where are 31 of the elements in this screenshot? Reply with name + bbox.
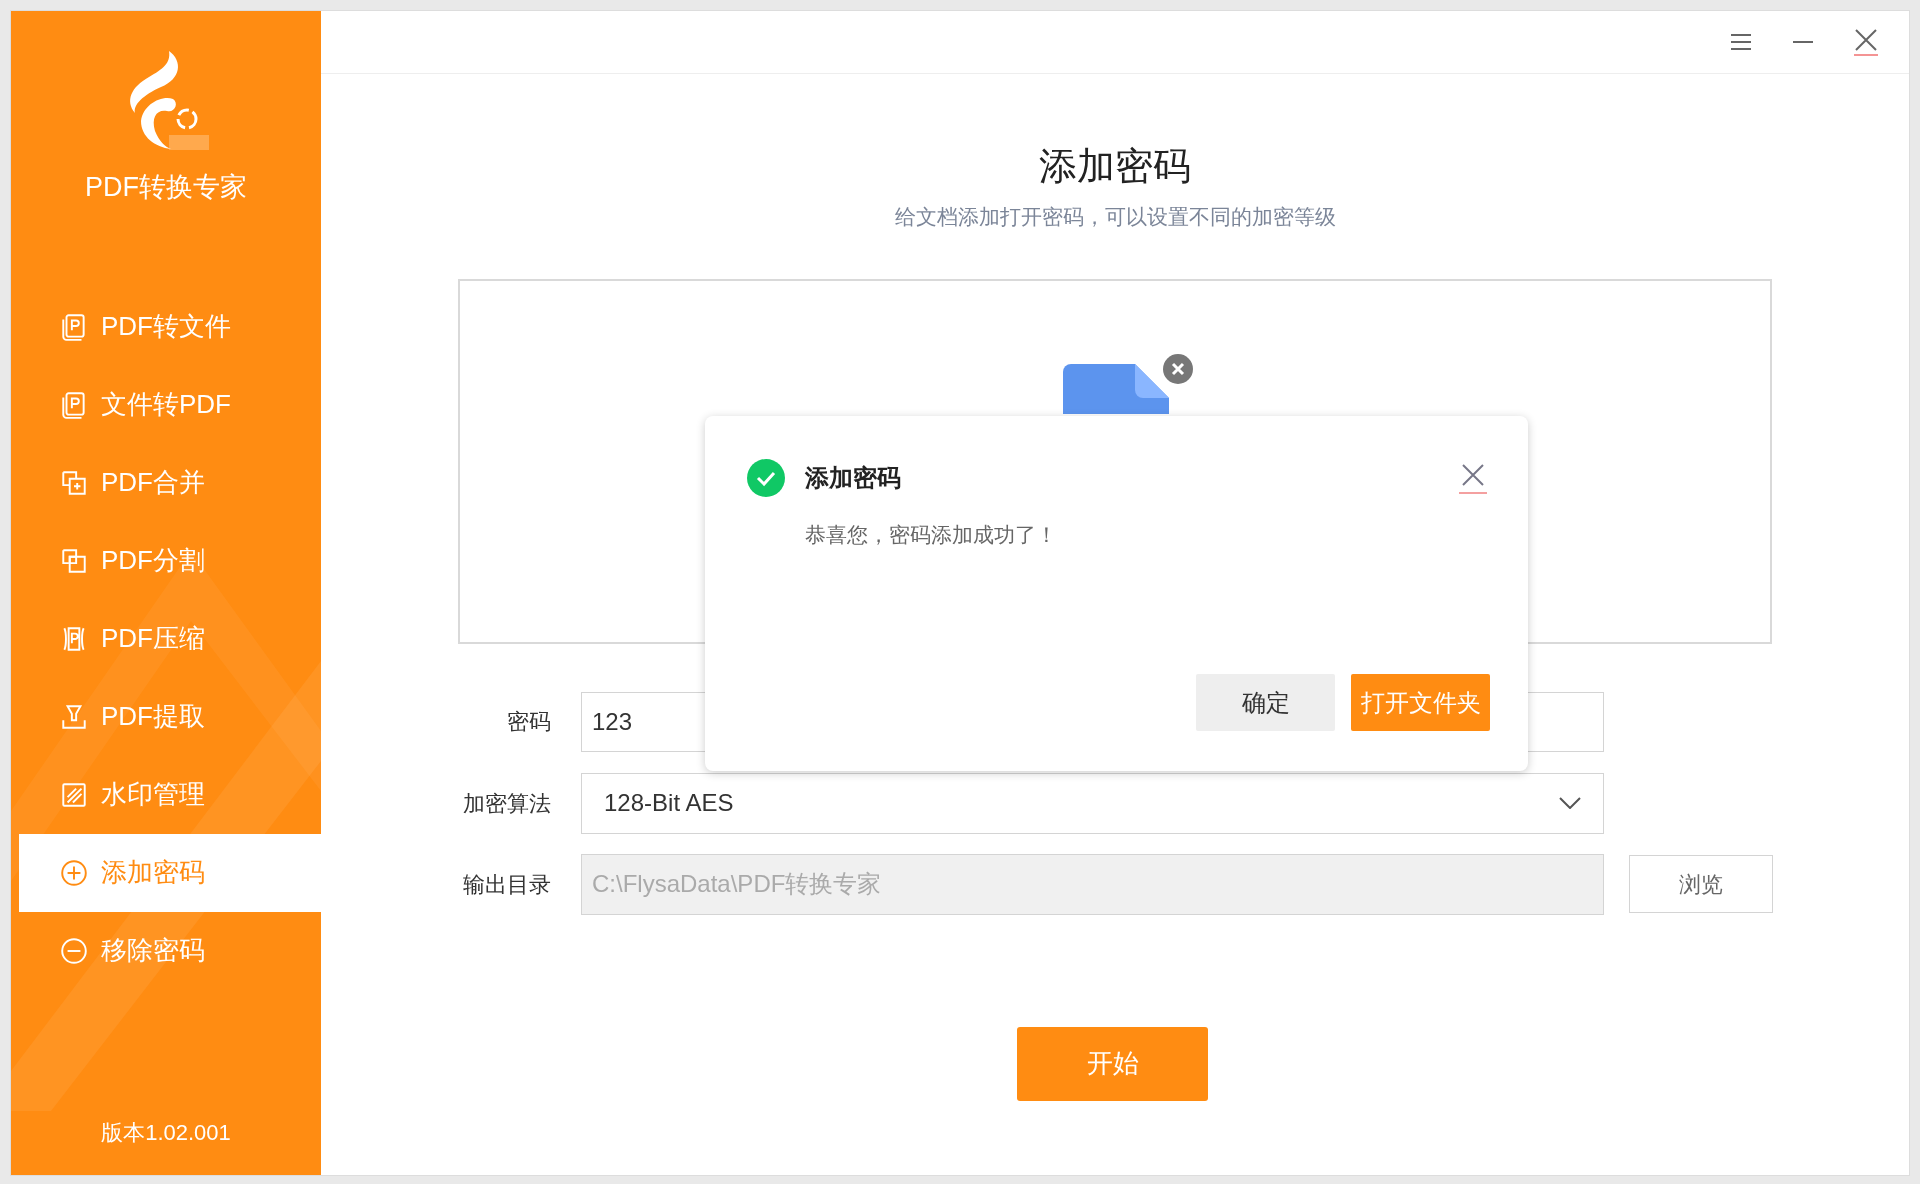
sidebar-item[interactable]: PDF转文件 (19, 287, 321, 366)
open-folder-button[interactable]: 打开文件夹 (1351, 674, 1490, 731)
chevron-down-icon (1559, 797, 1581, 809)
sidebar-item[interactable]: 文件转PDF (19, 365, 321, 444)
algorithm-dropdown[interactable]: 128-Bit AES (581, 772, 1604, 834)
sidebar-item[interactable]: 移除密码 (19, 911, 321, 990)
sidebar-item[interactable]: 水印管理 (19, 755, 321, 834)
app-name: PDF转换专家 (85, 171, 247, 204)
remove-icon[interactable] (1163, 353, 1193, 384)
page-title: 添加密码 (1038, 144, 1192, 189)
dialog-message: 恭喜您，密码添加成功了！ (805, 522, 1058, 548)
password-label: 密码 (506, 708, 552, 736)
menu-icon[interactable] (1729, 32, 1753, 52)
document-icon (1063, 363, 1169, 414)
output-folder-label: 输出目录 (462, 870, 552, 899)
minus-circle-icon (59, 935, 89, 966)
dialog-title: 添加密码 (805, 463, 901, 493)
algorithm-label: 加密算法 (462, 789, 552, 818)
sidebar-item[interactable]: PDF提取 (19, 677, 321, 756)
sidebar-item[interactable]: 添加密码 (19, 833, 321, 912)
page-subtitle: 给文档添加打开密码，可以设置不同的加密等级 (893, 204, 1337, 230)
plus-circle-icon (59, 857, 89, 888)
version-text: 版本1.02.001 (100, 1119, 232, 1147)
confirm-button[interactable]: 确定 (1196, 674, 1335, 731)
sidebar-item[interactable]: PDF合并 (19, 443, 321, 522)
sidebar-item[interactable]: PDF分割 (19, 521, 321, 600)
success-icon (747, 459, 785, 497)
close-icon[interactable] (1458, 461, 1488, 495)
start-button[interactable]: 开始 (1017, 1026, 1208, 1101)
close-icon[interactable] (1853, 28, 1879, 56)
sidebar-item[interactable]: PDF压缩 (19, 599, 321, 678)
